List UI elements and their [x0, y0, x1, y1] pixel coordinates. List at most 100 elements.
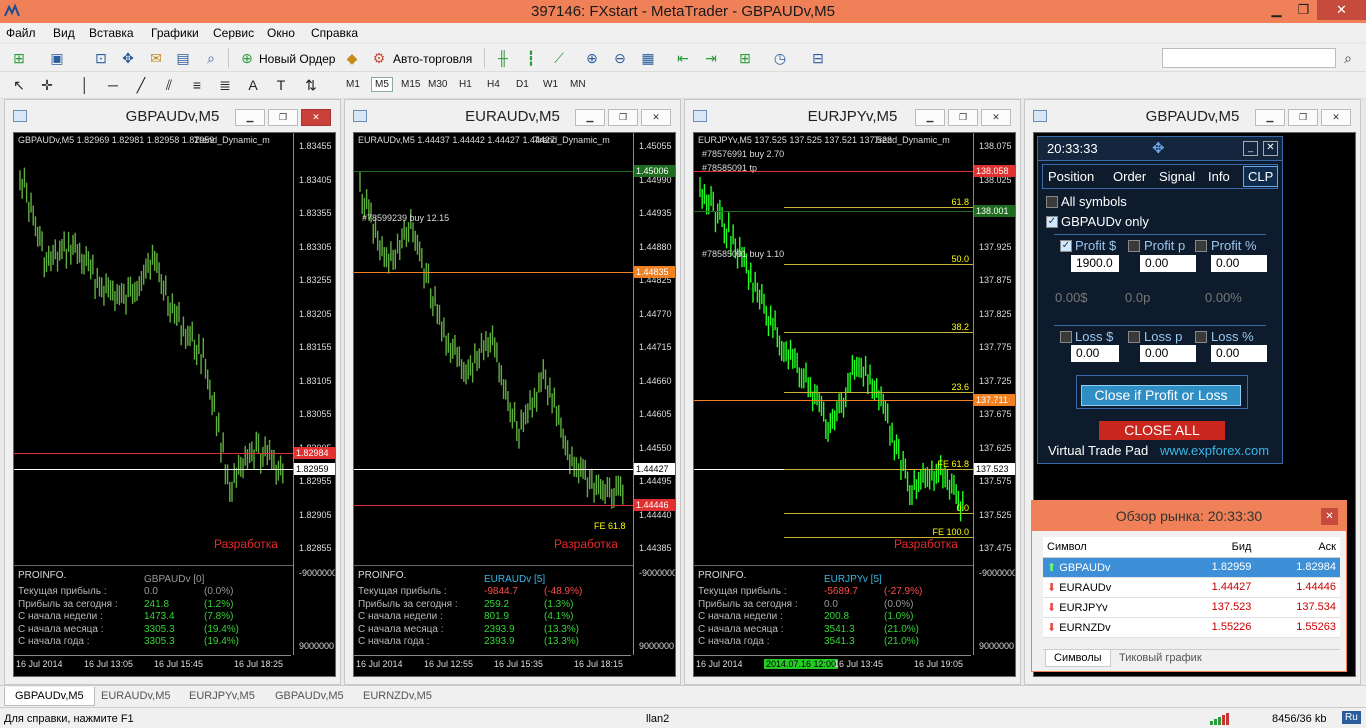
close-if-profit-or-loss-button[interactable]: Close if Profit or Loss: [1081, 385, 1241, 406]
templates-icon[interactable]: ⊟: [809, 49, 827, 67]
doc-tab-gbpaud[interactable]: GBPAUDv,M5: [4, 687, 95, 706]
data-window-icon[interactable]: ✥: [119, 49, 137, 67]
tf-mn[interactable]: MN: [570, 79, 586, 90]
cursor-icon[interactable]: ↖: [10, 76, 28, 94]
loss-points-input[interactable]: 0.00: [1140, 345, 1196, 362]
tab-info[interactable]: Info: [1208, 169, 1230, 184]
profit-points-input[interactable]: 0.00: [1140, 255, 1196, 272]
minimize-window-button[interactable]: ▁: [1263, 0, 1290, 20]
fibonacci-icon[interactable]: ≡: [188, 76, 206, 94]
channel-icon[interactable]: ⫽: [160, 76, 178, 94]
maximize-chart-button[interactable]: ❐: [948, 109, 978, 126]
autotrading-button[interactable]: Авто-торговля: [393, 52, 472, 66]
loss-percent-input[interactable]: 0.00: [1211, 345, 1267, 362]
search-input[interactable]: [1162, 48, 1336, 68]
all-symbols-checkbox[interactable]: [1046, 196, 1058, 208]
fibonacci-fan-icon[interactable]: ≣: [216, 76, 234, 94]
profit-percent-checkbox[interactable]: [1195, 240, 1207, 252]
profit-usd-checkbox[interactable]: ✓: [1060, 240, 1072, 252]
tf-h1[interactable]: H1: [459, 79, 472, 90]
zoom-in-icon[interactable]: ⊕: [583, 49, 601, 67]
navigator-icon[interactable]: ✉: [147, 49, 165, 67]
doc-tab-eurnzd[interactable]: EURNZDv,M5: [363, 690, 432, 702]
close-chart-button[interactable]: ✕: [301, 109, 331, 126]
metaeditor-icon[interactable]: ◆: [343, 49, 361, 67]
maximize-chart-button[interactable]: ❐: [1288, 109, 1318, 126]
chart-shift-icon[interactable]: ⇥: [702, 49, 720, 67]
market-watch-icon[interactable]: ⊡: [92, 49, 110, 67]
text-label-icon[interactable]: T: [272, 76, 290, 94]
table-row[interactable]: ⬇ EURAUDv 1.44427 1.44446: [1043, 577, 1340, 598]
minimize-chart-button[interactable]: ▁: [915, 109, 945, 126]
pad-close-button[interactable]: ✕: [1263, 141, 1278, 156]
loss-usd-checkbox[interactable]: [1060, 331, 1072, 343]
periods-icon[interactable]: ◷: [771, 49, 789, 67]
col-ask[interactable]: Аск: [1255, 537, 1340, 558]
new-order-button[interactable]: Новый Ордер: [259, 52, 335, 66]
tab-symbols[interactable]: Символы: [1045, 650, 1111, 667]
arrows-icon[interactable]: ⇅: [302, 76, 320, 94]
menu-charts[interactable]: Графики: [151, 26, 199, 40]
search-icon[interactable]: ⌕: [1339, 49, 1357, 67]
menu-help[interactable]: Справка: [311, 26, 358, 40]
table-row[interactable]: ⬆ GBPAUDv 1.82959 1.82984: [1043, 557, 1340, 578]
indicators-icon[interactable]: ⊞: [736, 49, 754, 67]
pad-website-link[interactable]: www.expforex.com: [1160, 443, 1269, 458]
vertical-line-icon[interactable]: │: [76, 76, 94, 94]
profit-percent-input[interactable]: 0.00: [1211, 255, 1267, 272]
profit-points-checkbox[interactable]: [1128, 240, 1140, 252]
only-symbol-checkbox[interactable]: ✓: [1046, 216, 1058, 228]
tf-m5[interactable]: M5: [371, 77, 393, 92]
loss-usd-input[interactable]: 0.00: [1071, 345, 1119, 362]
candlestick-icon[interactable]: ┇: [522, 49, 540, 67]
menu-file[interactable]: Файл: [6, 26, 36, 40]
restore-window-button[interactable]: ❐: [1290, 0, 1317, 20]
minimize-chart-button[interactable]: ▁: [575, 109, 605, 126]
tf-d1[interactable]: D1: [516, 79, 529, 90]
price-chart[interactable]: EURAUDv,M5 1.44437 1.44442 1.44427 1.444…: [353, 132, 676, 677]
doc-tab-gbpaud-2[interactable]: GBPAUDv,M5: [275, 690, 344, 702]
table-row[interactable]: ⬇ EURJPYv 137.523 137.534: [1043, 597, 1340, 618]
minimize-chart-button[interactable]: ▁: [235, 109, 265, 126]
auto-scroll-icon[interactable]: ⇤: [674, 49, 692, 67]
text-tool-icon[interactable]: A: [244, 76, 262, 94]
zoom-out-icon[interactable]: ⊖: [611, 49, 629, 67]
maximize-chart-button[interactable]: ❐: [268, 109, 298, 126]
menu-insert[interactable]: Вставка: [89, 26, 134, 40]
profiles-icon[interactable]: ▣: [48, 49, 66, 67]
close-window-button[interactable]: ✕: [1317, 0, 1366, 20]
close-chart-button[interactable]: ✕: [641, 109, 671, 126]
market-watch-close-button[interactable]: ✕: [1321, 508, 1338, 525]
price-chart[interactable]: EURJPYv,M5 137.525 137.525 137.521 137.5…: [693, 132, 1016, 677]
minimize-chart-button[interactable]: ▁: [1255, 109, 1285, 126]
terminal-icon[interactable]: ▤: [174, 49, 192, 67]
horizontal-line-icon[interactable]: ─: [104, 76, 122, 94]
menu-window[interactable]: Окно: [267, 26, 295, 40]
tf-m1[interactable]: M1: [346, 79, 360, 90]
tester-icon[interactable]: ⌕: [202, 49, 220, 67]
maximize-chart-button[interactable]: ❐: [608, 109, 638, 126]
line-chart-icon[interactable]: ⟋: [550, 49, 568, 67]
tab-position[interactable]: Position: [1048, 169, 1094, 184]
loss-points-checkbox[interactable]: [1128, 331, 1140, 343]
tf-h4[interactable]: H4: [487, 79, 500, 90]
loss-percent-checkbox[interactable]: [1195, 331, 1207, 343]
col-symbol[interactable]: Символ: [1043, 537, 1171, 558]
close-chart-button[interactable]: ✕: [981, 109, 1011, 126]
crosshair-icon[interactable]: ✛: [38, 76, 56, 94]
trendline-icon[interactable]: ╱: [132, 76, 150, 94]
menu-tools[interactable]: Сервис: [213, 26, 254, 40]
tab-tick-chart[interactable]: Тиковый график: [1119, 652, 1202, 664]
move-icon[interactable]: ✥: [1152, 139, 1165, 157]
bar-chart-icon[interactable]: ╫: [494, 49, 512, 67]
table-row[interactable]: ⬇ EURNZDv 1.55226 1.55263: [1043, 617, 1340, 638]
tf-m15[interactable]: M15: [401, 79, 420, 90]
doc-tab-euraud[interactable]: EURAUDv,M5: [101, 690, 170, 702]
tf-m30[interactable]: M30: [428, 79, 447, 90]
tile-windows-icon[interactable]: ▦: [639, 49, 657, 67]
doc-tab-eurjpy[interactable]: EURJPYv,M5: [189, 690, 255, 702]
col-bid[interactable]: Бид: [1170, 537, 1256, 558]
tab-signal[interactable]: Signal: [1159, 169, 1195, 184]
price-chart[interactable]: GBPAUDv,M5 1.82969 1.82981 1.82958 1.829…: [13, 132, 336, 677]
close-chart-button[interactable]: ✕: [1321, 109, 1351, 126]
